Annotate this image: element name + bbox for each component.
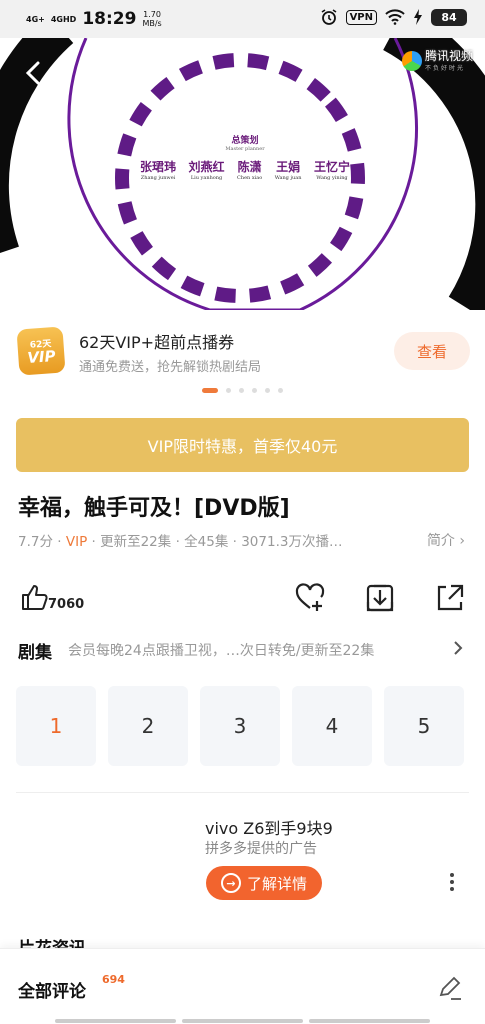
vip-badge-icon: 62天 VIP — [16, 326, 66, 376]
credit-pinyin: Zhang junwei — [140, 175, 176, 181]
credit-role: 总策划 — [231, 136, 259, 146]
episode-button[interactable]: 2 — [108, 686, 188, 766]
all-comments-label[interactable]: 全部评论 — [18, 977, 86, 1002]
credit-name: 张珺玮 — [140, 160, 177, 174]
credit-name: 刘燕红 — [188, 160, 225, 174]
download-icon[interactable] — [364, 582, 396, 614]
episode-button[interactable]: 4 — [292, 686, 372, 766]
speed-unit: MB/s — [142, 19, 162, 28]
more-options-icon[interactable] — [450, 870, 456, 894]
divider — [16, 792, 469, 793]
badge-label: VIP — [26, 347, 57, 367]
credit-pinyin: Wang yining — [316, 175, 348, 181]
network-speed: 1.70 MB/s — [142, 10, 161, 28]
chevron-right-icon: › — [459, 533, 465, 549]
logo-mark-icon — [401, 51, 422, 71]
vip-promo-button[interactable]: VIP限时特惠，首季仅40元 — [16, 418, 469, 472]
favorite-heart-icon[interactable] — [294, 582, 326, 614]
credit-pinyin: Wang juan — [274, 175, 302, 181]
ad-button-label: 了解详情 — [246, 874, 307, 893]
arrow-right-circle-icon: → — [220, 873, 241, 893]
ad-title: vivo Z6到手9块9 — [205, 819, 333, 838]
show-plays: 3071.3万次播… — [241, 534, 343, 550]
edit-pencil-icon[interactable] — [437, 975, 463, 1001]
carousel-dot — [265, 388, 270, 393]
battery-level: 84 — [431, 8, 467, 26]
like-count: 7060 — [48, 597, 85, 612]
like-button[interactable]: 7060 — [20, 582, 84, 612]
credit-pinyin: Chen xiao — [237, 175, 263, 181]
wifi-icon — [385, 9, 405, 25]
view-offer-button[interactable]: 查看 — [394, 332, 470, 370]
episode-list: 1 2 3 4 5 — [16, 686, 464, 766]
system-nav-bar — [55, 1019, 430, 1023]
carousel-indicator — [0, 388, 485, 393]
action-bar: 7060 — [0, 580, 485, 620]
vip-offer-title: 62天VIP+超前点播券 — [79, 333, 235, 352]
credit-name: 陈潇 — [237, 160, 262, 174]
thumbs-up-icon — [22, 585, 48, 610]
credit-pinyin: Liu yanhong — [190, 175, 223, 181]
carousel-dot-active — [202, 388, 218, 393]
logo-text: 腾讯视频 — [424, 49, 473, 63]
carousel-dot — [278, 388, 283, 393]
ad-source: 拼多多提供的广告 — [205, 841, 317, 857]
video-credits: 总策划 Master planner 张珺玮 Zhang junwei 刘燕红 Li… — [140, 133, 350, 181]
intro-link[interactable]: 简介 › — [427, 530, 465, 550]
alarm-icon — [321, 9, 337, 25]
intro-label: 简介 — [426, 533, 455, 549]
tencent-video-logo: 腾讯视频 不负好时光 — [401, 49, 473, 72]
show-update: 更新至22集 — [100, 534, 172, 550]
show-vip-tag: VIP — [65, 534, 88, 550]
vip-offer-subtitle: 通通免费送，抢先解锁热剧结局 — [79, 360, 262, 375]
chevron-right-icon[interactable] — [453, 640, 463, 656]
status-time: 18:29 — [82, 9, 137, 29]
carousel-dot — [226, 388, 231, 393]
episodes-heading: 剧集 — [18, 643, 52, 663]
network-indicator-1: 4G+ — [26, 14, 45, 24]
charging-icon — [414, 9, 422, 25]
vip-offer-card[interactable]: 62天 VIP 62天VIP+超前点播券 通通免费送，抢先解锁热剧结局 查看 — [0, 310, 485, 402]
show-total: 全45集 — [184, 534, 229, 550]
logo-subtext: 不负好时光 — [424, 65, 465, 72]
carousel-dot — [252, 388, 257, 393]
vpn-badge: VPN — [345, 9, 377, 25]
video-player[interactable]: 腾讯视频 不负好时光 总策划 Master planner 张珺玮 Zhang j… — [0, 38, 485, 310]
share-icon[interactable] — [434, 582, 466, 614]
episode-button[interactable]: 3 — [200, 686, 280, 766]
show-title: 幸福，触手可及！[DVD版] — [18, 496, 290, 521]
credit-role-en: Master planner — [225, 146, 265, 152]
episodes-description: 会员每晚24点跟播卫视，…次日转免/更新至22集 — [68, 643, 375, 659]
ad-learn-more-button[interactable]: → 了解详情 — [206, 866, 322, 900]
carousel-dot — [239, 388, 244, 393]
comment-bar[interactable]: 全部评论 694 — [0, 948, 485, 1024]
status-bar: 4G+ 4GHD 18:29 1.70 MB/s VPN 84 — [0, 0, 485, 38]
credit-name: 王娟 — [276, 160, 301, 174]
show-meta: 7.7分 · VIP · 更新至22集 · 全45集 · 3071.3万次播… — [18, 534, 343, 550]
comment-count: 694 — [102, 973, 125, 986]
credit-name: 王忆宁 — [313, 160, 350, 174]
episode-button[interactable]: 5 — [384, 686, 464, 766]
network-indicator-2: 4GHD — [50, 14, 77, 24]
episode-button[interactable]: 1 — [16, 686, 96, 766]
back-arrow-icon[interactable] — [22, 60, 44, 86]
speed-value: 1.70 — [143, 10, 161, 19]
show-score: 7.7分 — [18, 534, 53, 550]
